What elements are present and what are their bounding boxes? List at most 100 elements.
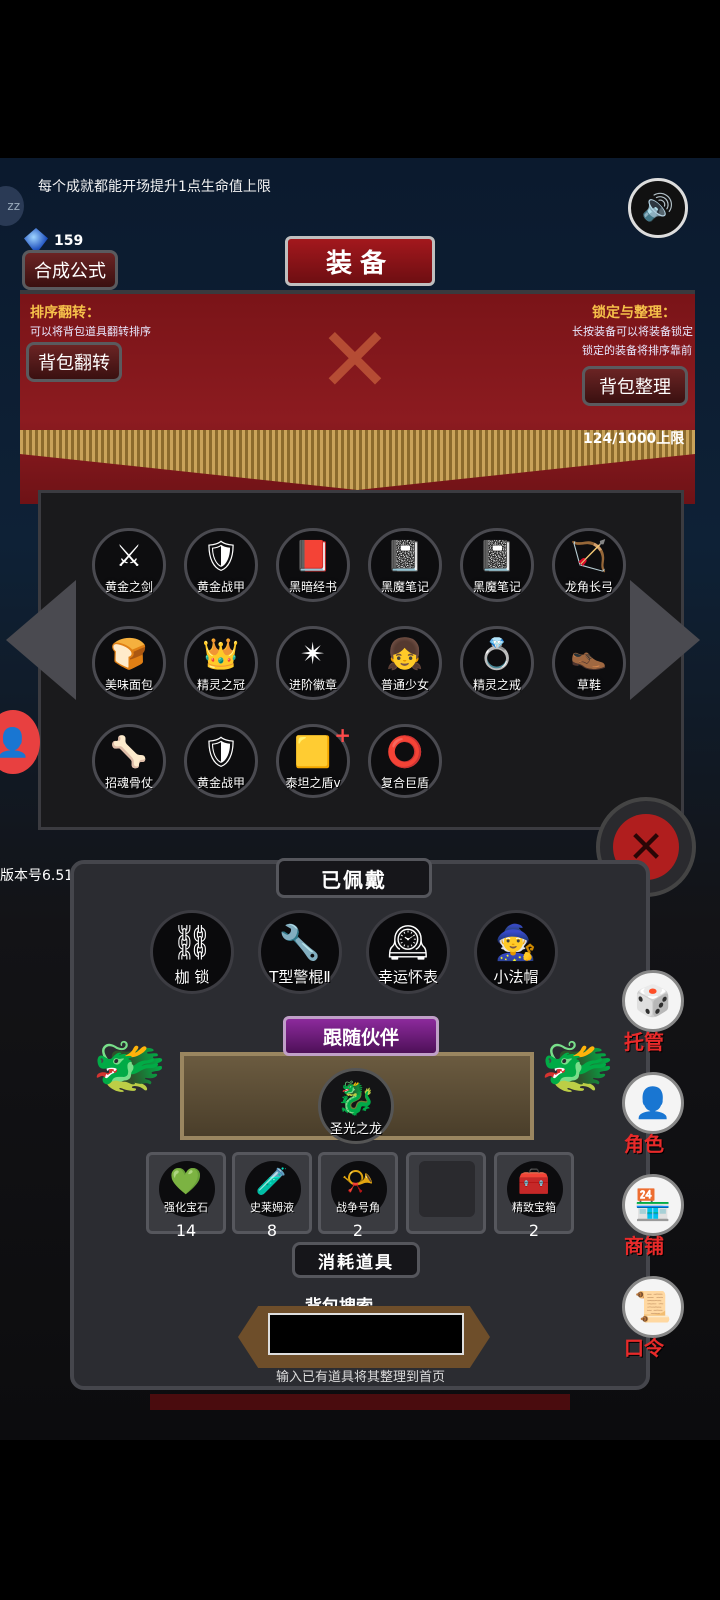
bag-capacity: 124/1000上限	[583, 431, 685, 447]
side-menu-label: 角色	[624, 1132, 664, 1156]
item-icon: 🏹	[570, 539, 608, 574]
consumable-slot[interactable]: 🧰 精致宝箱 2	[494, 1152, 574, 1240]
item-icon: 🍞	[110, 637, 148, 672]
companion-name: 圣光之龙	[329, 1122, 382, 1137]
consumable-name: 强化宝石	[164, 1201, 208, 1214]
inventory-slot[interactable]: 🛡 黄金战甲	[184, 528, 258, 602]
consumable-name: 精致宝箱	[512, 1201, 556, 1214]
equipped-item-icon: 🔧	[278, 923, 322, 963]
item-icon: 💍	[478, 637, 516, 672]
item-icon: 👧	[386, 637, 424, 672]
synthesis-formula-button[interactable]: 合成公式	[22, 250, 118, 290]
version-label: 版本号6.51	[0, 868, 74, 884]
inventory-slot[interactable]: 📕 黑暗经书	[276, 528, 350, 602]
consumable-slot[interactable]: 🧪 史莱姆液 8	[232, 1152, 312, 1240]
item-icon: 📕	[294, 539, 332, 574]
inventory-slot[interactable]: 💍 精灵之戒	[460, 626, 534, 700]
person-icon: 👤	[0, 725, 30, 759]
equipped-slot[interactable]: 🔧 T型警棍Ⅱ	[258, 910, 342, 994]
equipped-slot[interactable]: 🧙 小法帽	[474, 910, 558, 994]
equipped-slot[interactable]: ⛓ 枷 锁	[150, 910, 234, 994]
side-menu-icon: 🎲	[634, 983, 672, 1019]
equipped-item-icon: ⛓	[170, 923, 214, 963]
reverse-sort-button[interactable]: 背包翻转	[26, 342, 122, 382]
companion-title: 跟随伙伴	[283, 1016, 439, 1056]
bottom-bar	[150, 1394, 570, 1410]
speaker-icon: 🔊	[641, 193, 675, 223]
organize-bag-button[interactable]: 背包整理	[582, 366, 688, 406]
upgrade-plus-icon: +	[334, 723, 351, 747]
item-name: 黄金战甲	[196, 580, 245, 594]
inventory-slot[interactable]: ⚔ 黄金之剑	[92, 528, 166, 602]
side-menu-icon: 📜	[634, 1289, 672, 1325]
consumable-icon: 📯	[341, 1167, 375, 1197]
consumable-slot[interactable]: 💚 强化宝石 14	[146, 1152, 226, 1240]
inventory-slot[interactable]: 🏹 龙角长弓	[552, 528, 626, 602]
tip-text: 每个成就都能开场提升1点生命值上限	[38, 179, 271, 195]
sort-desc: 可以将背包道具翻转排序	[30, 325, 151, 338]
inventory-slot[interactable]: 📓 黑魔笔记	[368, 528, 442, 602]
crossed-swords-emblem-icon: ✕	[317, 307, 393, 413]
sort-title: 排序翻转：	[30, 305, 100, 321]
equipped-slot[interactable]: 🕰 幸运怀表	[366, 910, 450, 994]
item-name: 精灵之戒	[472, 678, 521, 692]
right-dragon-statue-icon: 🐲	[540, 1031, 615, 1101]
item-icon: 🛡	[201, 735, 241, 770]
item-icon: 📓	[478, 539, 516, 574]
item-name: 黄金战甲	[196, 776, 245, 790]
inventory-slot[interactable]: 🍞 美味面包	[92, 626, 166, 700]
item-name: 泰坦之盾v	[285, 776, 341, 790]
item-icon: 👞	[570, 637, 608, 672]
side-menu-label: 商铺	[624, 1234, 664, 1258]
empty-consumable-slot[interactable]	[406, 1152, 486, 1234]
left-dragon-statue-icon: 🐲	[92, 1031, 167, 1101]
item-icon: ✴	[300, 637, 326, 672]
item-icon: 🛡	[201, 539, 241, 574]
side-menu-button[interactable]: 🏪	[622, 1174, 684, 1236]
inventory-slot[interactable]: 🛡 黄金战甲	[184, 724, 258, 798]
item-icon: 📓	[386, 539, 424, 574]
consumable-name: 史莱姆液	[250, 1201, 294, 1214]
inventory-slot[interactable]: 🟨 泰坦之盾v +	[276, 723, 351, 798]
consumable-qty: 14	[175, 1221, 197, 1240]
consumable-bg	[419, 1161, 475, 1217]
inventory-slot[interactable]: 🦴 招魂骨仗	[92, 724, 166, 798]
consumable-name: 战争号角	[336, 1201, 380, 1214]
side-menu-label: 口令	[624, 1336, 664, 1360]
item-name: 黑魔笔记	[380, 580, 429, 594]
equipped-item-icon: 🕰	[386, 923, 430, 963]
search-hint: 输入已有道具将其整理到首页	[276, 1370, 446, 1385]
consumable-qty: 8	[266, 1221, 278, 1240]
item-name: 草鞋	[576, 678, 601, 692]
item-icon: ⚔	[115, 539, 143, 574]
consumable-qty: 2	[352, 1221, 364, 1240]
lock-title: 锁定与整理：	[592, 305, 676, 321]
side-menu-button[interactable]: 📜	[622, 1276, 684, 1338]
inventory-slot[interactable]: ✴ 进阶徽章	[276, 626, 350, 700]
consumable-icon: 💚	[169, 1167, 203, 1197]
item-name: 普通少女	[380, 678, 429, 692]
inventory-slot[interactable]: 👑 精灵之冠	[184, 626, 258, 700]
side-menu-label: 托管	[624, 1030, 664, 1054]
side-menu-button[interactable]: 🎲	[622, 970, 684, 1032]
gem-count: 159	[54, 233, 84, 249]
equipped-item-name: T型警棍Ⅱ	[269, 968, 331, 986]
item-name: 招魂骨仗	[104, 776, 153, 790]
inventory-slot[interactable]: 👧 普通少女	[368, 626, 442, 700]
lock-desc-1: 长按装备可以将装备锁定	[572, 325, 693, 338]
item-name: 复合巨盾	[380, 776, 429, 790]
item-name: 精灵之冠	[196, 678, 245, 692]
inventory-slot[interactable]: 👞 草鞋	[552, 626, 626, 700]
search-input[interactable]	[268, 1313, 464, 1355]
consumable-slot[interactable]: 📯 战争号角 2	[318, 1152, 398, 1240]
consumable-icon: 🧪	[255, 1167, 289, 1197]
item-icon: 👑	[202, 637, 240, 672]
dragon-icon: 🐉	[336, 1079, 376, 1117]
item-icon: ⭕	[386, 735, 424, 770]
inventory-slot[interactable]: 📓 黑魔笔记	[460, 528, 534, 602]
side-menu-button[interactable]: 👤	[622, 1072, 684, 1134]
sound-toggle-button[interactable]: 🔊	[628, 178, 688, 238]
inventory-slot[interactable]: ⭕ 复合巨盾	[368, 724, 442, 798]
companion-slot[interactable]: 🐉 圣光之龙	[318, 1068, 394, 1144]
item-name: 龙角长弓	[564, 580, 613, 594]
